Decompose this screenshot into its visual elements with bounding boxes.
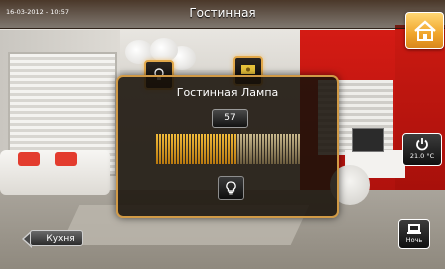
dimmer-segment[interactable]: [192, 134, 195, 164]
night-scene-label: Ночь: [405, 236, 423, 244]
dimmer-segment[interactable]: [222, 134, 225, 164]
dimmer-segment[interactable]: [201, 134, 204, 164]
cushion: [55, 152, 77, 166]
dimmer-segment[interactable]: [195, 134, 198, 164]
dimmer-segment[interactable]: [261, 134, 264, 164]
dimmer-panel: Гостинная Лампа 57: [116, 75, 339, 218]
dimmer-segment[interactable]: [291, 134, 294, 164]
dimmer-slider[interactable]: [156, 134, 300, 164]
dimmer-segment[interactable]: [159, 134, 162, 164]
top-bar: 16-03-2012 - 10:57 Гостинная: [0, 0, 445, 29]
dimmer-segment[interactable]: [225, 134, 228, 164]
dimmer-segment[interactable]: [237, 134, 240, 164]
dimmer-segment[interactable]: [231, 134, 234, 164]
dimmer-segment[interactable]: [165, 134, 168, 164]
dimmer-segment[interactable]: [213, 134, 216, 164]
dimmer-segment[interactable]: [240, 134, 243, 164]
temperature-value: 21.0 °C: [409, 152, 435, 160]
dimmer-segment[interactable]: [276, 134, 279, 164]
dimmer-title: Гостинная Лампа: [176, 86, 279, 99]
dimmer-segment[interactable]: [219, 134, 222, 164]
dimmer-segment[interactable]: [273, 134, 276, 164]
dimmer-segment[interactable]: [234, 134, 237, 164]
dimmer-segment[interactable]: [279, 134, 282, 164]
light-toggle-button[interactable]: [218, 176, 244, 200]
dimmer-segment[interactable]: [207, 134, 210, 164]
dimmer-segment[interactable]: [189, 134, 192, 164]
dimmer-segment[interactable]: [168, 134, 171, 164]
dimmer-value: 57: [212, 109, 248, 128]
dimmer-segment[interactable]: [162, 134, 165, 164]
home-button[interactable]: [405, 12, 444, 49]
red-wall-right: [395, 25, 445, 210]
dimmer-segment[interactable]: [252, 134, 255, 164]
dimmer-segment[interactable]: [288, 134, 291, 164]
dimmer-segment[interactable]: [294, 134, 297, 164]
dimmer-segment[interactable]: [186, 134, 189, 164]
night-scene-button[interactable]: Ночь: [398, 219, 430, 249]
bulb-icon: [226, 181, 236, 195]
dimmer-segment[interactable]: [228, 134, 231, 164]
dimmer-segment[interactable]: [243, 134, 246, 164]
dimmer-segment[interactable]: [267, 134, 270, 164]
room-title: Гостинная: [189, 6, 256, 20]
dimmer-segment[interactable]: [249, 134, 252, 164]
dimmer-segment[interactable]: [174, 134, 177, 164]
television: [352, 128, 384, 152]
dimmer-segment[interactable]: [255, 134, 258, 164]
climate-power-button[interactable]: 21.0 °C: [402, 133, 442, 166]
dimmer-segment[interactable]: [210, 134, 213, 164]
dimmer-segment[interactable]: [156, 134, 159, 164]
dimmer-segment[interactable]: [246, 134, 249, 164]
dimmer-segment[interactable]: [171, 134, 174, 164]
dimmer-segment[interactable]: [270, 134, 273, 164]
dimmer-segment[interactable]: [297, 134, 300, 164]
dimmer-segment[interactable]: [258, 134, 261, 164]
dimmer-segment[interactable]: [282, 134, 285, 164]
dimmer-segment[interactable]: [198, 134, 201, 164]
cushion: [18, 152, 40, 166]
back-to-kitchen-button[interactable]: Кухня: [30, 230, 83, 246]
dimmer-segment[interactable]: [180, 134, 183, 164]
home-icon: [413, 19, 436, 41]
dimmer-segment[interactable]: [177, 134, 180, 164]
dimmer-segment[interactable]: [285, 134, 288, 164]
dimmer-segment[interactable]: [264, 134, 267, 164]
night-scene-icon: [407, 224, 421, 234]
dimmer-segment[interactable]: [183, 134, 186, 164]
power-icon: [416, 138, 428, 151]
pendant-lamp: [150, 38, 178, 62]
dimmer-segment[interactable]: [204, 134, 207, 164]
dimmer-segment[interactable]: [216, 134, 219, 164]
